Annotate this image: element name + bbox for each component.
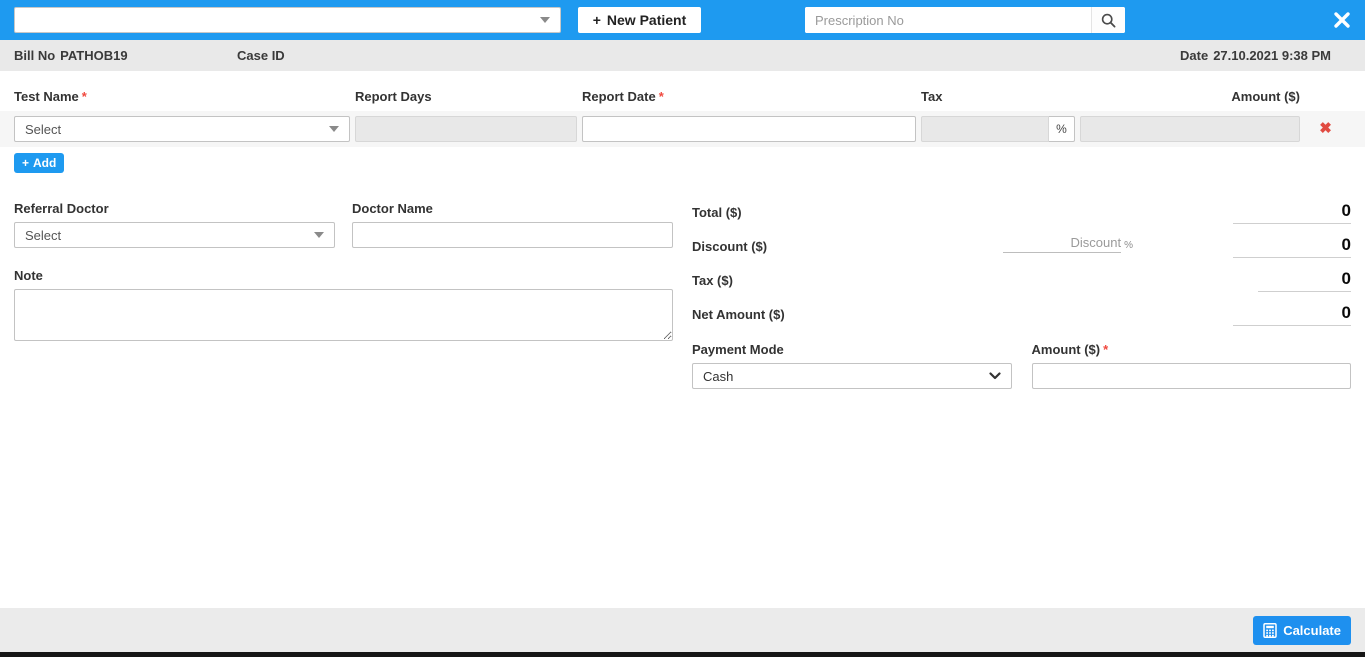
calculator-icon — [1263, 623, 1277, 638]
main-content: Test Name* Report Days Report Date* Tax … — [0, 71, 1365, 608]
plus-icon: + — [593, 12, 601, 28]
bill-no-value: PATHOB19 — [60, 48, 127, 63]
tax-label: Tax — [921, 89, 1075, 104]
referral-doctor-select-value: Select — [25, 228, 61, 243]
payment-mode-value: Cash — [703, 369, 733, 384]
payment-mode-label: Payment Mode — [692, 342, 1012, 357]
discount-row: Discount ($) % 0 — [692, 235, 1351, 258]
tax-percent-suffix: % — [1049, 116, 1075, 142]
payment-amount-label: Amount ($)* — [1032, 342, 1352, 357]
referral-doctor-label: Referral Doctor — [14, 201, 335, 216]
report-date-label: Report Date* — [582, 89, 916, 104]
case-id-label: Case ID — [237, 48, 285, 63]
test-name-select-value: Select — [25, 122, 61, 137]
net-amount-label: Net Amount ($) — [692, 303, 785, 322]
payment-amount-input[interactable] — [1032, 363, 1352, 389]
totals-panel: Total ($) 0 Discount ($) % 0 Tax ($) 0 N… — [692, 201, 1351, 389]
net-amount-row: Net Amount ($) 0 — [692, 303, 1351, 326]
new-patient-button[interactable]: + New Patient — [578, 7, 701, 33]
bill-date: Date 27.10.2021 9:38 PM — [1180, 48, 1331, 63]
test-name-select[interactable]: Select — [14, 116, 350, 142]
required-asterisk: * — [82, 89, 87, 104]
bill-info-bar: Bill No PATHOB19 Case ID Date 27.10.2021… — [0, 40, 1365, 71]
discount-label: Discount ($) — [692, 235, 767, 254]
discount-value: 0 — [1233, 235, 1351, 258]
tax-input — [921, 116, 1049, 142]
bottom-edge-strip — [0, 652, 1365, 657]
discount-percent-input[interactable] — [1003, 235, 1121, 253]
test-row: Select % ✖ — [0, 111, 1365, 147]
left-form: Referral Doctor Select Doctor Name Note — [14, 201, 673, 389]
plus-icon: + — [22, 156, 29, 170]
report-date-input[interactable] — [582, 116, 916, 142]
tax-total-row: Tax ($) 0 — [692, 269, 1351, 292]
chevron-down-icon — [989, 372, 1001, 380]
test-labels-row: Test Name* Report Days Report Date* Tax … — [0, 89, 1365, 104]
bill-no-label: Bill No — [14, 48, 55, 63]
net-amount-value: 0 — [1233, 303, 1351, 326]
calculate-label: Calculate — [1283, 623, 1341, 638]
topbar: + New Patient — [0, 0, 1365, 40]
chevron-down-icon — [329, 126, 339, 132]
note-label: Note — [14, 268, 673, 283]
add-button-label: Add — [33, 156, 56, 170]
search-icon — [1101, 13, 1116, 28]
add-test-button[interactable]: + Add — [14, 153, 64, 173]
payment-mode-select[interactable]: Cash — [692, 363, 1012, 389]
calculate-button[interactable]: Calculate — [1253, 616, 1351, 645]
prescription-search-group — [805, 7, 1125, 33]
chevron-down-icon — [540, 17, 550, 23]
payment-row: Payment Mode Cash Amount ($)* — [692, 342, 1351, 389]
date-value: 27.10.2021 9:38 PM — [1213, 48, 1331, 63]
close-icon — [1333, 11, 1351, 29]
total-label: Total ($) — [692, 201, 742, 220]
required-asterisk: * — [659, 89, 664, 104]
total-row: Total ($) 0 — [692, 201, 1351, 224]
footer-bar: Calculate — [0, 608, 1365, 652]
referral-doctor-select[interactable]: Select — [14, 222, 335, 248]
new-patient-label: New Patient — [607, 12, 686, 28]
total-value: 0 — [1233, 201, 1351, 224]
delete-row-icon[interactable]: ✖ — [1319, 116, 1332, 142]
test-name-label: Test Name* — [14, 89, 350, 104]
lower-section: Referral Doctor Select Doctor Name Note — [0, 201, 1365, 389]
discount-percent-suffix: % — [1124, 240, 1133, 253]
prescription-search-button[interactable] — [1091, 7, 1125, 33]
amount-label: Amount ($) — [1080, 89, 1300, 104]
tax-input-group: % — [921, 116, 1075, 142]
doctor-name-input[interactable] — [352, 222, 673, 248]
tax-total-label: Tax ($) — [692, 269, 733, 288]
amount-input — [1080, 116, 1300, 142]
date-label: Date — [1180, 48, 1208, 63]
chevron-down-icon — [314, 232, 324, 238]
report-days-label: Report Days — [355, 89, 577, 104]
required-asterisk: * — [1103, 342, 1108, 357]
close-button[interactable] — [1331, 9, 1353, 31]
doctor-name-label: Doctor Name — [352, 201, 673, 216]
prescription-no-input[interactable] — [805, 7, 1091, 33]
note-textarea[interactable] — [14, 289, 673, 341]
case-id: Case ID — [237, 48, 290, 63]
report-days-input — [355, 116, 577, 142]
patient-select[interactable] — [14, 7, 561, 33]
tax-total-value: 0 — [1258, 269, 1351, 292]
bill-no: Bill No PATHOB19 — [14, 48, 128, 63]
